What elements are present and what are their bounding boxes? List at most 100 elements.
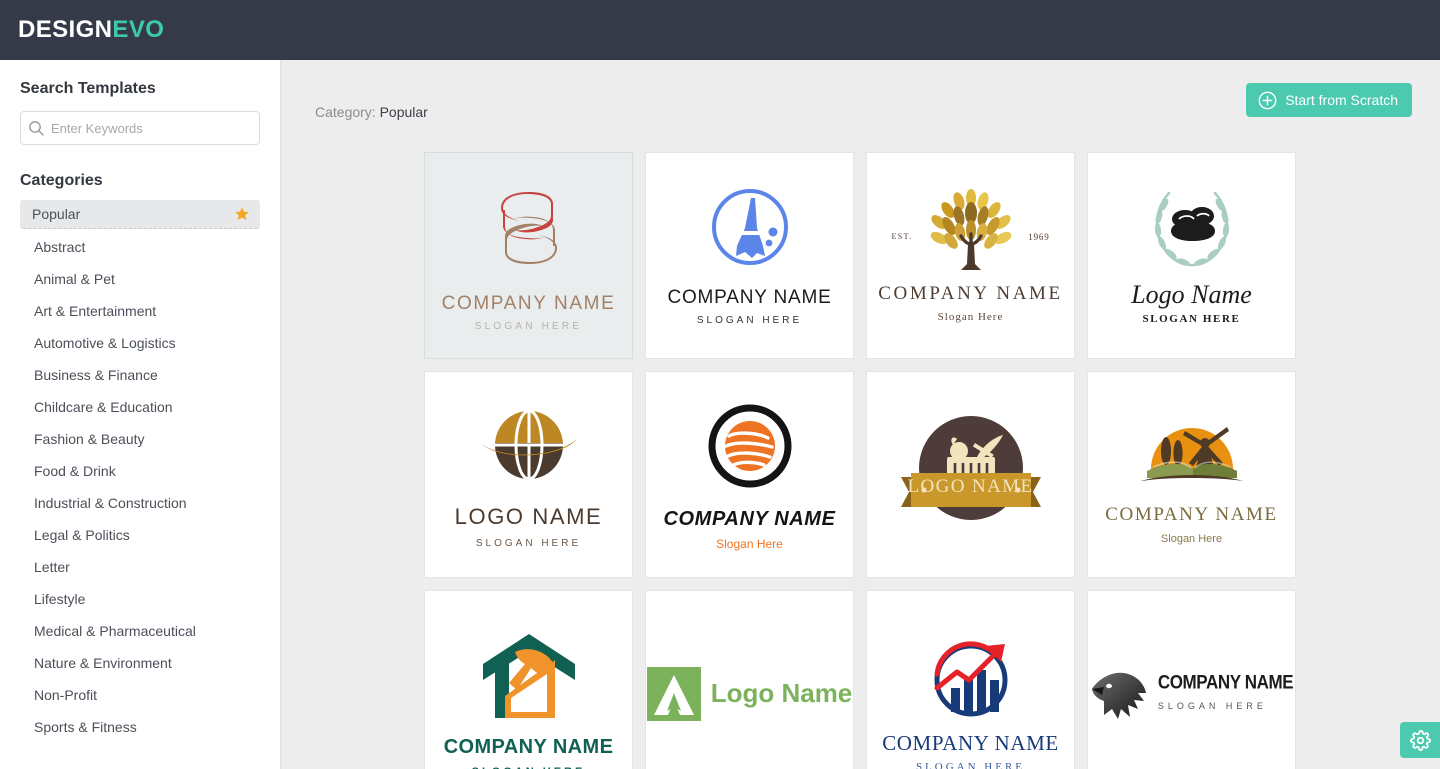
template-slogan: Slogan Here — [937, 311, 1004, 324]
template-slogan: Slogan Here — [716, 536, 783, 551]
settings-button[interactable] — [1400, 722, 1440, 758]
app-logo[interactable]: DESIGNEVO — [18, 16, 164, 44]
letter-s-monogram-icon — [479, 178, 579, 278]
established-year-left: EST. — [891, 232, 913, 242]
sidebar-item-lifestyle[interactable]: Lifestyle — [20, 585, 260, 613]
sidebar-item-art-entertainment[interactable]: Art & Entertainment — [20, 297, 260, 325]
plus-circle-icon — [1258, 91, 1277, 110]
green-a-square-icon — [646, 666, 701, 721]
house-hammer-icon — [481, 630, 577, 722]
template-name: COMPANY NAME — [878, 283, 1063, 305]
template-name: COMPANY NAME — [443, 735, 614, 758]
template-card[interactable]: EST. 1969 COMPANY NAME Slogan Here — [866, 152, 1075, 359]
template-card[interactable]: COMPANY NAME Slogan Here — [1087, 371, 1296, 578]
sidebar-item-fashion-beauty[interactable]: Fashion & Beauty — [20, 425, 260, 453]
breadcrumb-label: Category: — [315, 104, 376, 120]
sidebar-item-label: Lifestyle — [34, 591, 86, 607]
sidebar-item-business-finance[interactable]: Business & Finance — [20, 361, 260, 389]
logo-text-primary: DESIGN — [18, 16, 113, 43]
sidebar-item-label: Animal & Pet — [34, 271, 115, 287]
search-icon — [21, 120, 51, 137]
sushi-brush-circle-icon — [702, 398, 798, 494]
breadcrumb-value: Popular — [379, 104, 428, 120]
broom-circle-icon — [707, 184, 793, 270]
template-card[interactable]: COMPANY NAME SLOGAN HERE — [1087, 590, 1296, 769]
star-icon — [234, 206, 250, 222]
categories-heading: Categories — [20, 172, 103, 189]
template-slogan: SLOGAN HERE — [1142, 313, 1241, 326]
template-card[interactable]: COMPANY NAME SLOGAN HERE — [424, 590, 633, 769]
sidebar-item-label: Legal & Politics — [34, 527, 130, 543]
sidebar-item-legal-politics[interactable]: Legal & Politics — [20, 521, 260, 549]
template-card[interactable]: COMPANY NAME SLOGAN HERE — [866, 590, 1075, 769]
template-card[interactable]: COMPANY NAME SLOGAN HERE — [645, 152, 854, 359]
template-title-block: COMPANY NAME SLOGAN HERE — [667, 270, 831, 328]
sidebar-item-label: Sports & Fitness — [34, 719, 137, 735]
sidebar-item-label: Popular — [32, 206, 81, 222]
template-title-block: COMPANY NAME SLOGAN HERE — [442, 278, 616, 334]
sidebar-item-label: Automotive & Logistics — [34, 335, 176, 351]
search-input[interactable] — [51, 120, 259, 136]
sidebar-item-label: Abstract — [34, 239, 86, 255]
sidebar-item-medical-pharmaceutical[interactable]: Medical & Pharmaceutical — [20, 617, 260, 645]
sidebar-item-label: Art & Entertainment — [34, 303, 157, 319]
template-name: LOGO NAME — [454, 504, 603, 530]
template-card[interactable]: COMPANY NAME SLOGAN HERE — [424, 152, 633, 359]
growth-chart-circle-icon — [925, 632, 1017, 720]
sidebar-item-industrial-construction[interactable]: Industrial & Construction — [20, 489, 260, 517]
sidebar-item-label: Industrial & Construction — [34, 495, 187, 511]
template-card[interactable]: COMPANY NAME Slogan Here — [645, 371, 854, 578]
sidebar-item-non-profit[interactable]: Non-Profit — [20, 681, 260, 709]
sidebar-item-nature-environment[interactable]: Nature & Environment — [20, 649, 260, 677]
template-card[interactable]: LOGO NAME SLOGAN HERE — [424, 371, 633, 578]
sidebar-item-letter[interactable]: Letter — [20, 553, 260, 581]
category-list: Popular Abstract Animal & Pet Art & Ente… — [20, 200, 260, 741]
template-name: Logo Name — [710, 678, 853, 708]
template-card[interactable]: Logo Name — [645, 590, 854, 769]
template-name: COMPANY NAME — [441, 292, 616, 314]
template-slogan: SLOGAN HERE — [1157, 701, 1267, 712]
logo-text-accent: EVO — [112, 16, 165, 43]
template-title-block: Logo Name SLOGAN HERE — [1131, 273, 1252, 327]
template-title-block: LOGO NAME SLOGAN HERE — [455, 493, 603, 549]
template-card[interactable]: LOGO NAME — [866, 371, 1075, 578]
sidebar-item-label: Business & Finance — [34, 367, 158, 383]
template-title-block: COMPANY NAME SLOGAN HERE — [1157, 671, 1294, 712]
template-title-block: COMPANY NAME Slogan Here — [878, 276, 1062, 324]
sidebar-item-sports-fitness[interactable]: Sports & Fitness — [20, 713, 260, 741]
eagle-head-icon — [1090, 667, 1150, 721]
sidebar-item-label: Non-Profit — [34, 687, 98, 703]
sidebar-item-popular[interactable]: Popular — [20, 200, 260, 229]
main-content: Category: Popular Start from Scratch COM… — [281, 60, 1440, 769]
template-title-block: COMPANY NAME Slogan Here — [1105, 493, 1277, 546]
grocery-badge-icon: LOGO NAME — [891, 413, 1051, 537]
template-grid: COMPANY NAME SLOGAN HERE COMPANY NAME SL… — [424, 152, 1309, 769]
template-slogan: SLOGAN HERE — [475, 537, 582, 549]
template-name: COMPANY NAME — [1105, 503, 1278, 525]
template-name: COMPANY NAME — [1157, 671, 1294, 693]
template-name: LOGO NAME — [907, 475, 1034, 497]
top-bar: DESIGNEVO — [0, 0, 1440, 60]
search-templates-heading: Search Templates — [20, 80, 156, 97]
template-name: COMPANY NAME — [882, 731, 1059, 756]
start-from-scratch-label: Start from Scratch — [1285, 92, 1398, 108]
template-slogan: Slogan Here — [1160, 532, 1223, 545]
basketball-globe-icon — [477, 399, 581, 493]
sidebar-item-abstract[interactable]: Abstract — [20, 233, 260, 261]
start-from-scratch-button[interactable]: Start from Scratch — [1246, 83, 1412, 117]
sidebar-item-label: Food & Drink — [34, 463, 116, 479]
coffee-wreath-icon — [1139, 185, 1245, 273]
search-box[interactable] — [20, 111, 260, 145]
windmill-field-icon — [1133, 403, 1251, 493]
sidebar-item-food-drink[interactable]: Food & Drink — [20, 457, 260, 485]
template-title-block: COMPANY NAME Slogan Here — [663, 494, 835, 551]
template-name: COMPANY NAME — [667, 286, 832, 308]
sidebar-item-animal-pet[interactable]: Animal & Pet — [20, 265, 260, 293]
gear-icon — [1409, 729, 1431, 751]
template-name: COMPANY NAME — [663, 507, 836, 530]
template-card[interactable]: Logo Name SLOGAN HERE — [1087, 152, 1296, 359]
template-title-block: COMPANY NAME SLOGAN HERE — [444, 722, 614, 769]
sidebar-item-childcare-education[interactable]: Childcare & Education — [20, 393, 260, 421]
sidebar-item-automotive-logistics[interactable]: Automotive & Logistics — [20, 329, 260, 357]
template-title-block: COMPANY NAME SLOGAN HERE — [882, 720, 1059, 769]
